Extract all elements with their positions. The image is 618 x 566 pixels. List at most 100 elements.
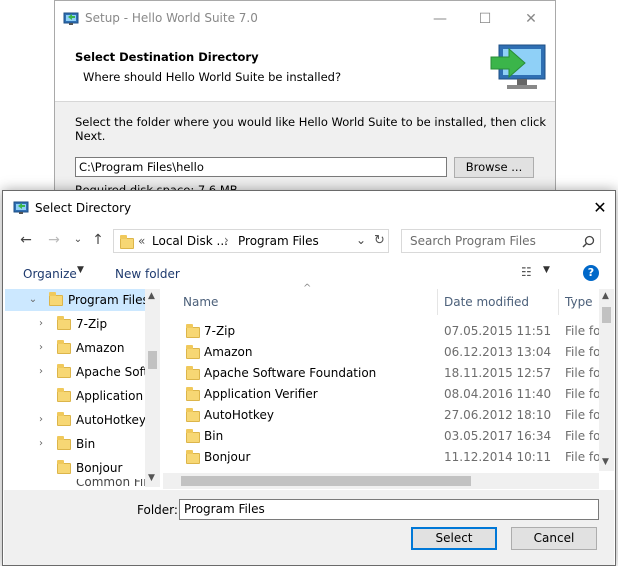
- help-icon[interactable]: ?: [583, 265, 599, 281]
- item-date: 03.05.2017 16:34: [444, 429, 552, 443]
- folder-icon: [57, 364, 71, 378]
- collapsed-chevron-icon[interactable]: ›: [35, 313, 47, 335]
- minimize-button[interactable]: —: [430, 9, 450, 29]
- scroll-down-icon[interactable]: ▼: [148, 473, 155, 483]
- folder-icon: [49, 292, 63, 306]
- folder-icon: [186, 366, 200, 380]
- search-icon: [582, 235, 595, 248]
- item-type: File fol: [565, 450, 599, 464]
- organize-chevron-icon: ▼: [77, 265, 84, 275]
- tree-scrollbar[interactable]: ▲ ▼: [145, 289, 160, 487]
- list-item[interactable]: Bin 03.05.2017 16:34 File fol: [183, 426, 599, 447]
- tree-item[interactable]: › Amazon: [5, 337, 145, 359]
- tree-item-label: AutoHotkey: [76, 413, 145, 427]
- item-type: File fol: [565, 408, 599, 422]
- collapsed-chevron-icon[interactable]: ›: [35, 337, 47, 359]
- item-name: Application Verifier: [204, 387, 318, 401]
- recent-dropdown-icon[interactable]: ⌄: [67, 227, 89, 253]
- folder-icon: [186, 387, 200, 401]
- install-path-input[interactable]: C:\Program Files\hello: [75, 157, 447, 177]
- view-chevron-icon[interactable]: ▼: [543, 265, 550, 275]
- setup-heading: Select Destination Directory: [75, 50, 259, 64]
- breadcrumb-program-files[interactable]: Program Files: [238, 234, 319, 248]
- breadcrumb-overflow[interactable]: «: [138, 234, 145, 248]
- tree-item-label: Bonjour: [76, 461, 123, 475]
- tree-item-label: Program Files: [68, 293, 145, 307]
- scroll-up-icon[interactable]: ▲: [148, 291, 155, 301]
- expanded-chevron-icon[interactable]: ⌄: [27, 289, 39, 311]
- item-name: Bonjour: [204, 450, 251, 464]
- item-type: File fol: [565, 429, 599, 443]
- tree-item[interactable]: › Apache Softw: [5, 361, 145, 383]
- setup-titlebar: Setup - Hello World Suite 7.0 — ☐ ✕: [55, 1, 555, 37]
- column-divider[interactable]: [437, 289, 438, 315]
- sort-ascending-icon: ^: [303, 283, 312, 294]
- folder-icon: [57, 460, 71, 474]
- new-folder-button[interactable]: New folder: [115, 267, 180, 281]
- folder-icon: [186, 324, 200, 338]
- item-type: File fol: [565, 387, 599, 401]
- tree-item[interactable]: › Bin: [5, 433, 145, 455]
- list-item[interactable]: Amazon 06.12.2013 13:04 File fol: [183, 342, 599, 363]
- dialog-close-button[interactable]: ✕: [589, 197, 611, 219]
- select-button[interactable]: Select: [411, 527, 497, 550]
- setup-app-icon: [63, 12, 79, 25]
- scroll-down-icon[interactable]: ▼: [602, 457, 609, 467]
- collapsed-chevron-icon[interactable]: ›: [35, 433, 47, 455]
- scroll-up-icon[interactable]: ▲: [602, 291, 609, 301]
- list-item[interactable]: Bonjour 11.12.2014 10:11 File fol: [183, 447, 599, 468]
- forward-arrow-icon[interactable]: →: [43, 227, 65, 253]
- up-arrow-icon[interactable]: ↑: [87, 227, 109, 253]
- item-date: 08.04.2016 11:40: [444, 387, 552, 401]
- tree-item-label: Amazon: [76, 341, 125, 355]
- view-options-icon[interactable]: ☷: [521, 265, 532, 279]
- maximize-button[interactable]: ☐: [475, 9, 495, 29]
- breadcrumb-local-disk[interactable]: Local Disk ...: [152, 234, 228, 248]
- refresh-icon[interactable]: ↻: [374, 233, 385, 248]
- list-item[interactable]: 7-Zip 07.05.2015 11:51 File fol: [183, 321, 599, 342]
- folder-name-input[interactable]: Program Files: [179, 499, 599, 520]
- column-divider[interactable]: [558, 289, 559, 315]
- item-name: Apache Software Foundation: [204, 366, 377, 380]
- tree-item[interactable]: Bonjour: [5, 457, 145, 479]
- organize-button[interactable]: Organize: [23, 267, 77, 281]
- tree-item-program-files[interactable]: ⌄ Program Files: [5, 289, 145, 311]
- list-horizontal-scrollbar[interactable]: [163, 473, 599, 489]
- horizontal-scroll-thumb[interactable]: [181, 476, 471, 486]
- setup-subheading: Where should Hello World Suite be instal…: [83, 70, 342, 84]
- item-date: 07.05.2015 11:51: [444, 324, 552, 338]
- dialog-title: Select Directory: [35, 201, 132, 215]
- collapsed-chevron-icon[interactable]: ›: [35, 361, 47, 383]
- tree-item-label: 7-Zip: [76, 317, 108, 331]
- search-box[interactable]: Search Program Files: [401, 229, 601, 253]
- list-item[interactable]: Application Verifier 08.04.2016 11:40 Fi…: [183, 384, 599, 405]
- tree-item-label: Apache Softw: [76, 365, 145, 379]
- tree-item-label: Application V: [76, 389, 145, 403]
- tree-item[interactable]: Application V: [5, 385, 145, 407]
- address-dropdown-icon[interactable]: ⌄: [356, 233, 366, 247]
- folder-icon: [57, 316, 71, 330]
- list-item[interactable]: AutoHotkey 27.06.2012 18:10 File fol: [183, 405, 599, 426]
- tree-scroll-thumb[interactable]: [148, 351, 157, 369]
- navigation-tree: ⌄ Program Files › 7-Zip › Amazon › Apach…: [5, 289, 159, 487]
- folder-icon: [57, 412, 71, 426]
- collapsed-chevron-icon[interactable]: ›: [35, 409, 47, 431]
- list-vertical-scrollbar[interactable]: ▲ ▼: [599, 289, 614, 471]
- setup-close-button[interactable]: ✕: [521, 9, 541, 29]
- column-date-modified[interactable]: Date modified: [444, 289, 529, 315]
- tree-item[interactable]: Common Fil: [5, 479, 145, 487]
- browse-button[interactable]: Browse ...: [454, 157, 534, 178]
- search-input[interactable]: Search Program Files: [410, 234, 536, 248]
- list-item[interactable]: Apache Software Foundation 18.11.2015 12…: [183, 363, 599, 384]
- tree-item[interactable]: › 7-Zip: [5, 313, 145, 335]
- cancel-button[interactable]: Cancel: [511, 527, 597, 550]
- list-scroll-thumb[interactable]: [602, 307, 611, 323]
- back-arrow-icon[interactable]: ←: [15, 227, 37, 253]
- tree-item[interactable]: › AutoHotkey: [5, 409, 145, 431]
- address-bar[interactable]: « Local Disk ... › Program Files ⌄ ↻: [113, 229, 389, 253]
- column-name[interactable]: Name: [183, 289, 218, 315]
- item-date: 06.12.2013 13:04: [444, 345, 552, 359]
- setup-title: Setup - Hello World Suite 7.0: [85, 11, 258, 25]
- column-type[interactable]: Type: [565, 289, 593, 315]
- folder-icon: [57, 436, 71, 450]
